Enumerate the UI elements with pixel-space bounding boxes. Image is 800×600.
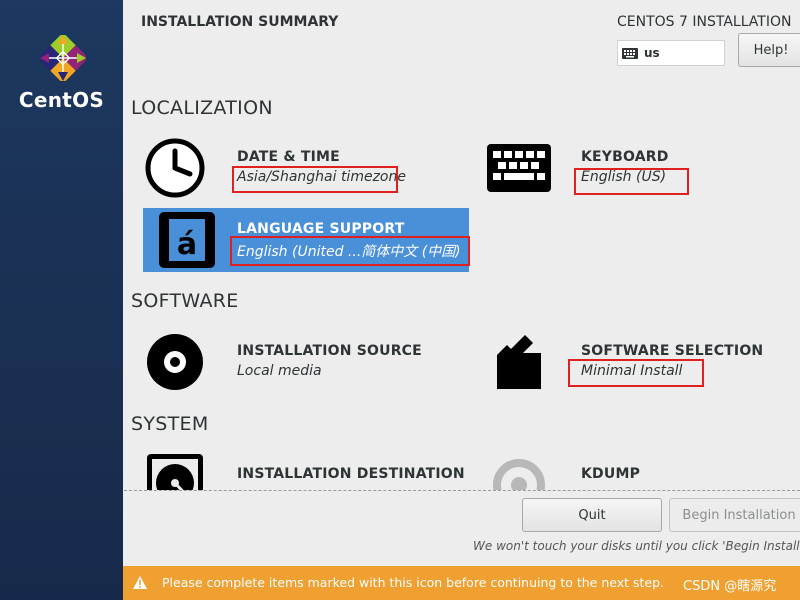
product-title: CENTOS 7 INSTALLATION (617, 14, 792, 30)
brand-name: CentOS (18, 88, 105, 112)
warning-icon (133, 576, 147, 589)
warning-bar: Please complete items marked with this i… (123, 566, 800, 600)
svg-text:á: á (177, 227, 197, 262)
spoke-title: KDUMP (581, 466, 641, 482)
centos-logo-icon (40, 35, 86, 81)
spoke-title: LANGUAGE SUPPORT (237, 221, 405, 237)
highlight-box (568, 359, 704, 387)
section-localization: LOCALIZATION (131, 97, 273, 119)
clock-icon (143, 136, 207, 200)
highlight-box (230, 236, 470, 266)
kdump-icon (487, 453, 551, 490)
help-button[interactable]: Help! (738, 33, 800, 67)
language-icon: á (159, 212, 215, 268)
sidebar: CentOS (0, 0, 123, 600)
keyboard-layout-label: us (644, 46, 660, 60)
content-scroll-edge (124, 490, 800, 492)
spoke-title: SOFTWARE SELECTION (581, 343, 764, 359)
begin-installation-button[interactable]: Begin Installation (669, 498, 800, 532)
quit-button[interactable]: Quit (522, 498, 662, 532)
section-software: SOFTWARE (131, 290, 239, 312)
keyboard-layout-indicator[interactable]: us (617, 40, 725, 66)
keyboard-small-icon (622, 47, 638, 59)
spoke-status: Local media (237, 363, 322, 379)
watermark: CSDN @瞎源究 (683, 579, 777, 594)
warning-text: Please complete items marked with this i… (162, 575, 665, 590)
spoke-installation-source[interactable]: INSTALLATION SOURCE Local media (143, 330, 469, 394)
spoke-title: INSTALLATION DESTINATION (237, 466, 465, 482)
harddisk-icon (143, 453, 207, 490)
spoke-kdump[interactable]: KDUMP (487, 453, 800, 490)
highlight-box (232, 166, 398, 193)
spoke-title: KEYBOARD (581, 149, 669, 165)
section-system: SYSTEM (131, 413, 209, 435)
spoke-title: DATE & TIME (237, 149, 340, 165)
keyboard-icon (487, 136, 551, 200)
disc-icon (143, 330, 207, 394)
highlight-box (574, 168, 689, 195)
package-icon (487, 330, 551, 394)
spoke-installation-destination[interactable]: INSTALLATION DESTINATION (143, 453, 469, 490)
page-title: INSTALLATION SUMMARY (141, 14, 339, 30)
main-panel: INSTALLATION SUMMARY CENTOS 7 INSTALLATI… (124, 0, 800, 600)
disk-notice: We won't touch your disks until you clic… (473, 539, 800, 553)
spoke-title: INSTALLATION SOURCE (237, 343, 422, 359)
